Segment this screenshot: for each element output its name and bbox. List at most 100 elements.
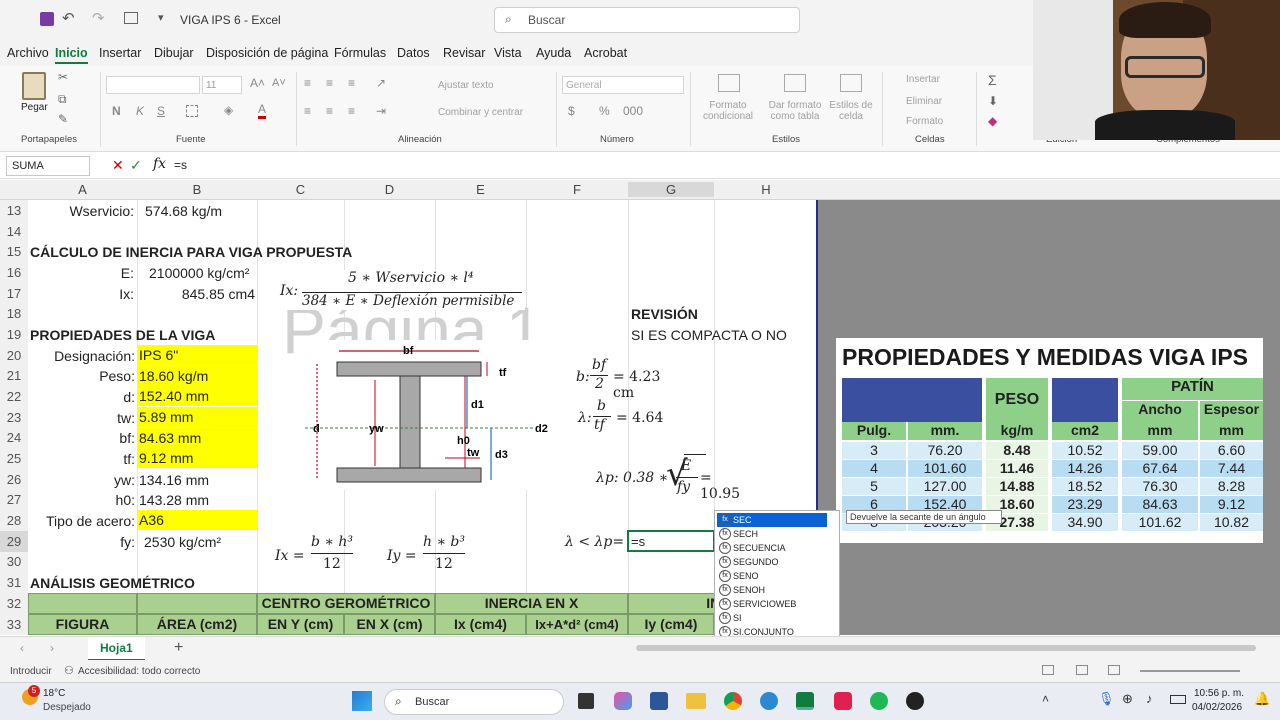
task-view-icon[interactable]: [578, 693, 594, 709]
menu-revisar[interactable]: Revisar: [443, 46, 485, 60]
formula-input[interactable]: =s: [174, 158, 187, 172]
search-box[interactable]: ⌕ Buscar: [494, 7, 800, 33]
sheet-tab-hoja1[interactable]: Hoja1: [88, 637, 145, 661]
save-icon[interactable]: [40, 12, 54, 26]
cell-A20[interactable]: Designación:: [28, 346, 137, 366]
cell-F29[interactable]: λ < λp=: [565, 532, 624, 552]
menu-insertar[interactable]: Insertar: [99, 46, 141, 60]
cell-E33[interactable]: Ix (cm4): [435, 614, 526, 635]
notification-bell-icon[interactable]: 🔔: [1254, 691, 1270, 707]
cell-B13[interactable]: 574.68 kg/m: [145, 201, 222, 221]
col-D[interactable]: D: [344, 182, 435, 197]
col-E[interactable]: E: [435, 182, 526, 197]
align-middle-icon[interactable]: ≡: [326, 76, 333, 90]
col-C[interactable]: C: [257, 182, 344, 197]
font-size-box[interactable]: 11: [202, 76, 242, 94]
spotify-icon[interactable]: [870, 692, 888, 710]
clear-icon[interactable]: ◆: [988, 114, 997, 128]
autocomplete-item-secuencia[interactable]: fx SECUENCIA: [717, 541, 827, 555]
row-20[interactable]: 20: [0, 345, 28, 366]
explorer-icon[interactable]: [686, 693, 706, 709]
align-right-icon[interactable]: ≡: [348, 104, 355, 118]
currency-icon[interactable]: $: [568, 104, 575, 118]
cell-A28[interactable]: Tipo de acero:: [28, 511, 137, 531]
autosum-icon[interactable]: Σ: [988, 72, 997, 88]
clock-time[interactable]: 10:56 p. m.: [1194, 688, 1244, 699]
conditional-format-button[interactable]: Formato condicional: [698, 100, 758, 122]
row-28[interactable]: 28: [0, 510, 28, 531]
enter-icon[interactable]: ✓: [130, 157, 142, 174]
cell-C33[interactable]: EN Y (cm): [257, 614, 344, 635]
cell-B33[interactable]: ÁREA (cm2): [137, 614, 257, 635]
undo-icon[interactable]: ↶: [62, 9, 75, 27]
cancel-icon[interactable]: ✕: [112, 157, 124, 174]
underline-icon[interactable]: S: [157, 104, 165, 118]
cell-B27[interactable]: 143.28 mm: [139, 490, 209, 510]
cell-A16[interactable]: E:: [28, 263, 137, 283]
autocomplete-item-seno[interactable]: fx SENO: [717, 569, 827, 583]
row-15[interactable]: 15: [0, 242, 28, 262]
format-painter-icon[interactable]: ✎: [58, 112, 68, 126]
page-break-icon[interactable]: [1108, 665, 1120, 675]
cell-A21[interactable]: Peso:: [28, 366, 137, 386]
row-33[interactable]: 33: [0, 614, 28, 635]
customize-icon[interactable]: ▾: [158, 11, 164, 24]
row-30[interactable]: 30: [0, 552, 28, 572]
cell-B22[interactable]: 152.40 mm: [137, 386, 257, 406]
cell-G19[interactable]: SI ES COMPACTA O NO: [631, 325, 787, 345]
cell-B28[interactable]: A36: [137, 510, 257, 530]
row-19[interactable]: 19: [0, 324, 28, 345]
wrap-text-button[interactable]: Ajustar texto: [438, 80, 494, 91]
cell-G18[interactable]: REVISIÓN: [631, 304, 698, 324]
paste-icon[interactable]: [22, 72, 46, 100]
row-23[interactable]: 23: [0, 407, 28, 428]
cell-A22[interactable]: d:: [28, 387, 137, 407]
percent-icon[interactable]: %: [599, 104, 610, 118]
redo-icon[interactable]: ↷: [92, 9, 105, 27]
row-31[interactable]: 31: [0, 572, 28, 593]
cell-A25[interactable]: tf:: [28, 449, 137, 469]
cell-A26[interactable]: yw:: [28, 470, 137, 490]
cell-B17[interactable]: 845.85 cm4: [137, 284, 255, 304]
col-A[interactable]: A: [28, 182, 137, 197]
format-as-table-button[interactable]: Dar formato como tabla: [764, 100, 826, 122]
row-32[interactable]: 32: [0, 593, 28, 614]
cut-icon[interactable]: ✂: [58, 70, 68, 84]
prev-sheet-icon[interactable]: ‹: [20, 641, 24, 655]
bold-icon[interactable]: N: [112, 104, 121, 118]
worksheet-grid[interactable]: A B C D E F G H I J K L M 13 14 15 16 17…: [0, 180, 818, 635]
row-18[interactable]: 18: [0, 304, 28, 324]
add-sheet-icon[interactable]: +: [174, 639, 183, 657]
cell-A17[interactable]: Ix:: [28, 284, 137, 304]
cell-A32[interactable]: [28, 593, 137, 614]
tray-chevron-icon[interactable]: ˄: [1042, 692, 1049, 706]
row-16[interactable]: 16: [0, 262, 28, 283]
cell-styles-icon[interactable]: [840, 74, 862, 92]
conditional-format-icon[interactable]: [718, 74, 740, 92]
clock-date[interactable]: 04/02/2026: [1192, 702, 1242, 713]
network-icon[interactable]: ⊕: [1122, 691, 1133, 707]
shrink-font-icon[interactable]: A˅: [272, 77, 286, 89]
cell-C32[interactable]: CENTRO GEROMÉTRICO: [257, 593, 435, 614]
align-top-icon[interactable]: ≡: [304, 76, 311, 90]
row-29[interactable]: 29: [0, 531, 28, 552]
font-color-icon[interactable]: A: [258, 102, 267, 119]
col-F[interactable]: F: [526, 182, 628, 197]
cell-A33[interactable]: FIGURA: [28, 614, 137, 635]
italic-icon[interactable]: K: [136, 104, 144, 118]
number-format-box[interactable]: General: [562, 76, 684, 94]
tiktok-icon[interactable]: [834, 692, 852, 710]
align-bottom-icon[interactable]: ≡: [348, 76, 355, 90]
page-layout-icon[interactable]: [1076, 665, 1088, 675]
menu-formulas[interactable]: Fórmulas: [334, 46, 386, 60]
menu-datos[interactable]: Datos: [397, 46, 430, 60]
cell-B25[interactable]: 9.12 mm: [137, 448, 257, 468]
mic-icon[interactable]: 🎙: [1098, 691, 1115, 707]
row-25[interactable]: 25: [0, 448, 28, 469]
edge-icon[interactable]: [760, 692, 778, 710]
grow-font-icon[interactable]: A˄: [250, 76, 265, 90]
autocomplete-item-sech[interactable]: fx SECH: [717, 527, 827, 541]
excel-icon[interactable]: [796, 692, 814, 710]
menu-vista[interactable]: Vista: [494, 46, 522, 60]
fill-color-icon[interactable]: ◈: [224, 103, 233, 117]
